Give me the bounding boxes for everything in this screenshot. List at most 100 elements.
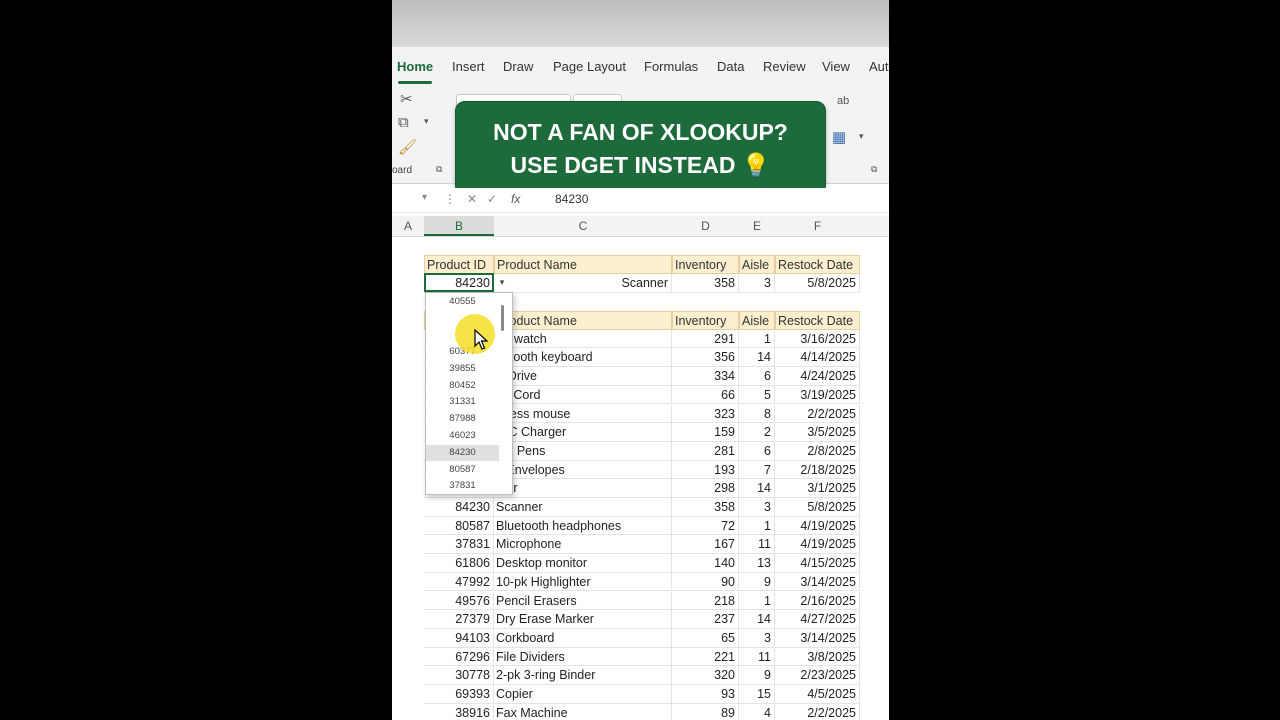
result-cell[interactable]: 3 [739,274,775,293]
tab-draw[interactable]: Draw [503,59,533,74]
table-cell[interactable]: 2-pk 3-ring Binder [494,666,672,685]
column-header-d[interactable]: D [672,216,739,236]
table-cell[interactable]: Fax Machine [494,703,672,720]
column-header-f[interactable]: F [775,216,860,236]
more-icon[interactable]: ⋮ [444,192,456,206]
table-cell[interactable]: 5/8/2025 [775,498,860,517]
table-cell[interactable]: 3/16/2025 [775,329,860,349]
table-cell[interactable]: 2/23/2025 [775,666,860,685]
merge-icon[interactable]: ▦ [832,128,846,146]
table-cell[interactable]: 358 [672,498,739,517]
table-cell[interactable]: 27379 [424,610,494,629]
table-cell[interactable]: Dry Erase Marker [494,610,672,629]
table-cell[interactable]: 356 [672,348,739,368]
table-cell[interactable]: 2/8/2025 [775,441,860,461]
table-cell[interactable]: 2/2/2025 [775,404,860,424]
table-cell[interactable]: 9 [739,666,775,685]
tab-view[interactable]: View [822,59,850,74]
table-cell[interactable]: 320 [672,666,739,685]
table-cell[interactable]: 2/18/2025 [775,460,860,480]
table-cell[interactable]: 237 [672,610,739,629]
table-cell[interactable]: 298 [672,479,739,498]
table-cell[interactable]: 89 [672,703,739,720]
table-cell[interactable]: 49576 [424,591,494,611]
table-cell[interactable]: 1 [739,329,775,349]
cut-icon[interactable]: ✂ [400,90,413,108]
lookup-header-cell[interactable]: Restock Date [775,255,860,274]
tab-data[interactable]: Data [717,59,744,74]
column-header-e[interactable]: E [739,216,775,236]
dropdown-option[interactable]: 46023 [426,428,499,445]
chevron-down-icon[interactable]: ▾ [422,192,427,203]
dropdown-option[interactable]: 31331 [426,394,499,411]
table-cell[interactable]: 2 [739,423,775,442]
table-cell[interactable]: 193 [672,460,739,480]
dropdown-option[interactable]: 80452 [426,378,499,395]
format-painter-icon[interactable]: 🖌 [398,138,417,156]
formula-input[interactable]: 84230 [555,192,588,206]
table-cell[interactable]: 2/16/2025 [775,591,860,611]
table-cell[interactable]: 7 [739,460,775,480]
table-cell[interactable]: 3 [739,628,775,648]
table-cell[interactable]: 10-pk Highlighter [494,572,672,592]
chevron-down-icon[interactable]: ▾ [859,131,864,142]
table-cell[interactable]: Pencil Erasers [494,591,672,611]
table-cell[interactable]: reless mouse [494,404,672,424]
table-cell[interactable]: 14 [739,348,775,368]
table-cell[interactable]: 4/5/2025 [775,685,860,704]
table-cell[interactable]: 47992 [424,572,494,592]
table-cell[interactable]: 3/14/2025 [775,572,860,592]
table-cell[interactable]: 323 [672,404,739,424]
table-cell[interactable]: B Drive [494,367,672,386]
column-header-b[interactable]: B [424,216,494,236]
table-cell[interactable]: 14 [739,479,775,498]
table-cell[interactable]: Bluetooth headphones [494,516,672,536]
table-cell[interactable]: 167 [672,535,739,555]
dropdown-option[interactable]: 37831 [426,478,499,495]
table-cell[interactable]: 4/19/2025 [775,535,860,555]
column-header-a[interactable]: A [392,216,424,236]
table-cell[interactable]: Microphone [494,535,672,555]
table-cell[interactable]: 93 [672,685,739,704]
table-cell[interactable]: 8 [739,404,775,424]
dialog-launcher-icon[interactable]: ⧉ [871,164,877,175]
dropdown-option[interactable]: 40555 [426,294,499,311]
tab-review[interactable]: Review [763,59,806,74]
dropdown-arrow-icon[interactable]: ▾ [495,275,509,289]
table-header-cell[interactable]: Inventory [672,311,739,330]
table-cell[interactable]: 80587 [424,516,494,536]
table-cell[interactable]: uetooth keyboard [494,348,672,368]
table-cell[interactable]: 334 [672,367,739,386]
table-cell[interactable]: Desktop monitor [494,554,672,573]
dropdown-option[interactable]: 39855 [426,361,499,378]
table-header-cell[interactable]: Product Name [494,311,672,330]
table-cell[interactable]: 14 [739,610,775,629]
table-cell[interactable]: File Dividers [494,647,672,667]
dropdown-option[interactable]: 80587 [426,462,499,479]
result-cell[interactable]: 5/8/2025 [775,274,860,293]
table-cell[interactable]: 30778 [424,666,494,685]
table-cell[interactable]: 291 [672,329,739,349]
table-cell[interactable]: 69393 [424,685,494,704]
table-cell[interactable]: B-C Charger [494,423,672,442]
function-icon[interactable]: fx [511,192,520,206]
table-cell[interactable]: 94103 [424,628,494,648]
lookup-header-cell[interactable]: Product Name [494,255,672,274]
table-cell[interactable]: 3/5/2025 [775,423,860,442]
table-cell[interactable]: 5 [739,385,775,405]
table-cell[interactable]: 84230 [424,498,494,517]
enter-icon[interactable]: ✓ [487,192,497,206]
table-cell[interactable]: 4/24/2025 [775,367,860,386]
table-cell[interactable]: 9 [739,572,775,592]
lookup-header-cell[interactable]: Inventory [672,255,739,274]
tab-page-layout[interactable]: Page Layout [553,59,626,74]
table-cell[interactable]: 66 [672,385,739,405]
table-cell[interactable]: 4/15/2025 [775,554,860,573]
table-cell[interactable]: 140 [672,554,739,573]
table-cell[interactable]: 4 [739,703,775,720]
table-cell[interactable]: 3/8/2025 [775,647,860,667]
table-cell[interactable]: 15 [739,685,775,704]
column-header-c[interactable]: C [494,216,672,236]
dropdown-scrollbar[interactable] [501,305,504,331]
table-cell[interactable]: 218 [672,591,739,611]
